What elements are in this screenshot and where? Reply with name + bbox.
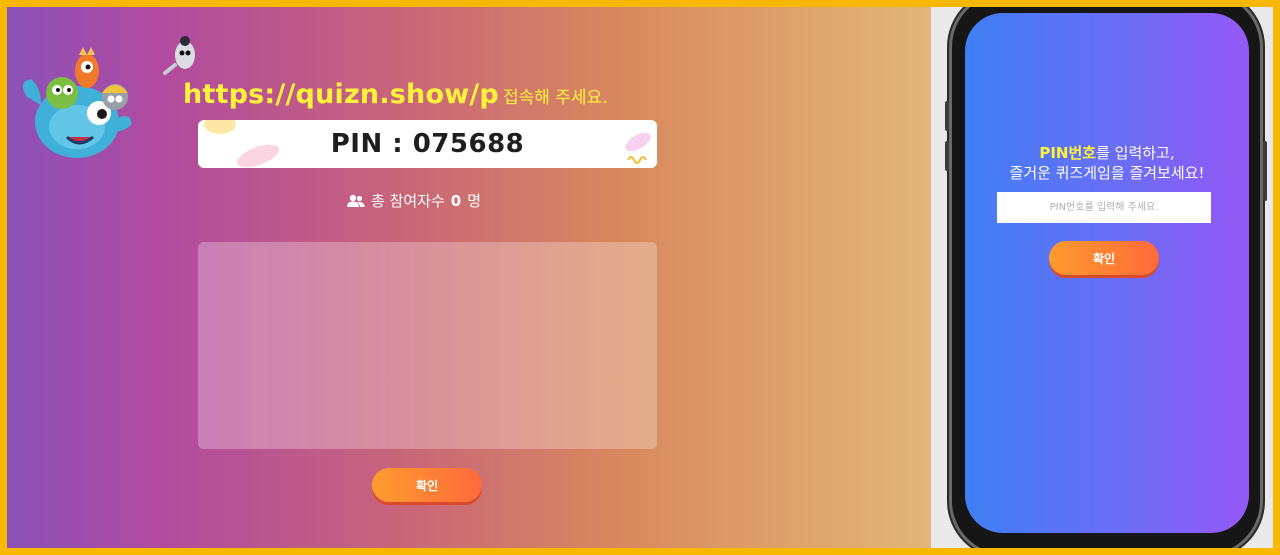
phone-confirm-button[interactable]: 확인 [1049,241,1159,275]
phone-preview-area: PIN번호를 입력하고, 즐거운 퀴즈게임을 즐겨보세요! 확인 [931,7,1273,548]
participant-count-value: 0 [450,191,462,210]
join-url[interactable]: https://quizn.show/p [183,79,499,110]
pin-card: PIN : 075688 [198,120,657,168]
phone-volume-up-button [945,101,949,131]
phone-power-button [1263,141,1267,201]
pin-entry-prompt: PIN번호를 입력하고, 즐거운 퀴즈게임을 즐겨보세요! [965,143,1249,183]
phone-mockup: PIN번호를 입력하고, 즐거운 퀴즈게임을 즐겨보세요! 확인 [945,7,1267,548]
stage-confirm-button[interactable]: 확인 [372,468,482,502]
participant-count-label: 총 참여자수 [371,192,445,210]
participant-list-panel [198,242,657,449]
prompt-line2: 즐거운 퀴즈게임을 즐겨보세요! [1009,164,1205,182]
phone-screen: PIN번호를 입력하고, 즐거운 퀴즈게임을 즐겨보세요! 확인 [965,13,1249,533]
mascot-characters-illustration [22,36,195,158]
quiz-stage: https://quizn.show/p 접속해 주세요. PIN : 07568… [7,7,931,548]
phone-volume-down-button [945,141,949,171]
participant-count: 총 참여자수 0 명 [347,190,481,211]
pin-code: PIN : 075688 [330,129,525,159]
join-url-instruction: 접속해 주세요. [502,88,608,108]
pin-input[interactable] [997,192,1211,223]
join-url-heading: https://quizn.show/p 접속해 주세요. [183,79,608,110]
users-icon [347,194,365,207]
participant-count-unit: 명 [467,192,482,210]
presentation-frame: https://quizn.show/p 접속해 주세요. PIN : 07568… [7,7,1273,548]
prompt-line1: 를 입력하고, [1096,144,1175,162]
prompt-highlight: PIN번호 [1039,144,1097,162]
